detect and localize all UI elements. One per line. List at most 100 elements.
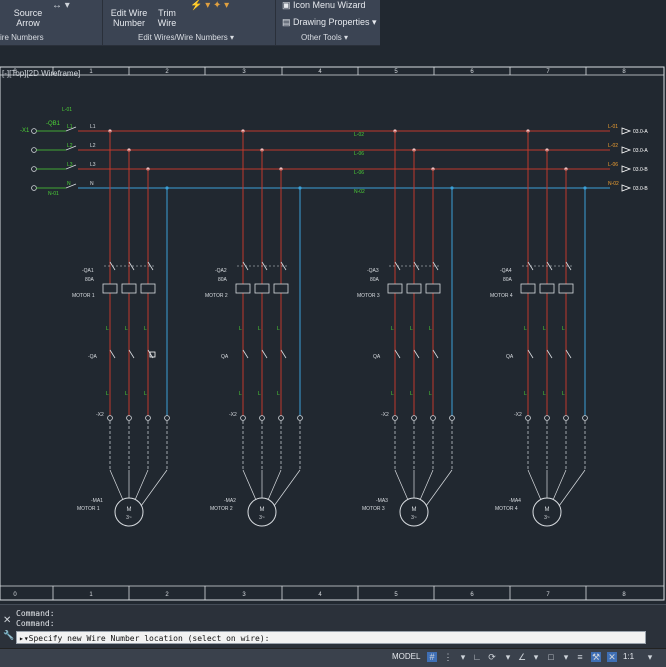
- motor-tag: -MA4: [509, 498, 521, 504]
- bus-out-label: 03.0-B: [633, 167, 648, 173]
- wire-number: L: [125, 391, 128, 397]
- contactor-rating: 80A: [503, 277, 513, 283]
- wire-number: L: [429, 391, 432, 397]
- model-button[interactable]: MODEL: [392, 652, 420, 661]
- qa-tag: QA: [221, 354, 229, 360]
- wire-number: L: [239, 391, 242, 397]
- motor-group: L L L L L L -QA3 80A MOTOR 3 QA -X2 M 3~ -MA3 MOTOR 3: [357, 129, 455, 527]
- motor-lead: [419, 469, 434, 501]
- motor-phase: 3~: [544, 515, 550, 521]
- grid-icon[interactable]: #: [427, 652, 437, 662]
- feed-terminal: [31, 166, 37, 172]
- ruler-label-top: 6: [470, 69, 474, 75]
- command-input[interactable]: ▸▾Specify new Wire Number location (sele…: [16, 631, 646, 644]
- motor-tag: -MA1: [91, 498, 103, 504]
- feed-phase-label: L3: [67, 162, 73, 168]
- motor-phase: 3~: [126, 515, 132, 521]
- ruler-label-top: 0: [13, 69, 17, 75]
- main-feed: -X1 -QB1 L-01: [20, 107, 72, 134]
- feed-phase-label-2: L1: [90, 124, 96, 130]
- qa-tag: -QA: [88, 354, 98, 360]
- qa-contact: [432, 349, 439, 359]
- annotation-scale[interactable]: 1:1: [623, 652, 634, 661]
- feed-phase-label: N: [67, 181, 71, 187]
- bus-out-code: L-01: [608, 124, 618, 130]
- feed-phase-label: L2: [67, 143, 73, 149]
- status-bar: MODEL # ⋮ ▾ ∟ ⟳ ▾ ∠ ▾ □ ▾ ≡ ⚒ ✕ 1:1 ▾: [0, 648, 666, 667]
- contactor-rating: 80A: [85, 277, 95, 283]
- contactor-tag: -QA2: [215, 268, 227, 274]
- terminal: [164, 415, 170, 421]
- feed-terminal: [31, 147, 37, 153]
- wrench-icon[interactable]: 🔧: [3, 630, 14, 641]
- command-prompt-text: Specify new Wire Number location (select…: [28, 634, 270, 643]
- qa-contact: [261, 349, 268, 359]
- motor-lead: [425, 469, 453, 507]
- overload-element: [387, 283, 403, 294]
- feed-phase-label: L1: [67, 124, 73, 130]
- motor-symbol: M: [260, 507, 265, 513]
- terminal: [297, 415, 303, 421]
- qa-contact: [394, 349, 401, 359]
- rulers: 0 0 1 1 2 2 3 3 4 4 5 5 6 6 7 7 8 8: [13, 67, 626, 600]
- bus-arrow-icon: [621, 165, 632, 173]
- ruler-label-bottom: 4: [318, 592, 322, 598]
- ortho-icon[interactable]: ∟: [472, 652, 482, 662]
- osnap-icon[interactable]: □: [546, 652, 556, 662]
- terminal: [107, 415, 113, 421]
- drawing-canvas[interactable]: 0 0 1 1 2 2 3 3 4 4 5 5 6 6 7 7 8 8 -X1 -QB1 L-01 L1 L1 L-0…: [0, 0, 666, 604]
- wire-number: L: [277, 326, 280, 332]
- motor-name: MOTOR 2: [210, 506, 233, 512]
- motor-lead: [527, 469, 542, 501]
- wire-number: L: [543, 326, 546, 332]
- prompt-chevron-icon: ▸▾: [19, 634, 29, 643]
- breaker-tag: -QB1: [46, 121, 61, 127]
- snap-dropdown-icon[interactable]: ▾: [458, 652, 468, 662]
- ruler-label-top: 1: [89, 69, 93, 75]
- close-icon[interactable]: ✕: [3, 615, 11, 626]
- overload-element: [406, 283, 422, 294]
- bus-arrow-icon: [621, 127, 632, 135]
- qa-contact: [242, 349, 249, 359]
- motor-name: MOTOR 1: [77, 506, 100, 512]
- overload-element: [520, 283, 536, 294]
- motor-lead: [558, 469, 586, 507]
- polar-icon[interactable]: ⟳: [487, 652, 497, 662]
- qa-contact: [565, 349, 572, 359]
- ruler-label-top: 3: [242, 69, 246, 75]
- isodraft-icon[interactable]: ▾: [503, 652, 513, 662]
- snap-icon[interactable]: ⋮: [443, 652, 453, 662]
- ruler-label-bottom: 7: [546, 592, 550, 598]
- overload-element: [558, 283, 574, 294]
- motor-name: MOTOR 3: [362, 506, 385, 512]
- motor-lead: [267, 469, 282, 501]
- scale-dropdown-icon[interactable]: ▾: [645, 652, 655, 662]
- osnap-dropdown-icon[interactable]: ▾: [531, 652, 541, 662]
- bus-code-mid: L-06: [354, 151, 364, 157]
- wire-number: L: [524, 326, 527, 332]
- motor-group-name: MOTOR 1: [72, 293, 95, 299]
- motor-group-name: MOTOR 4: [490, 293, 513, 299]
- ruler-label-top: 8: [622, 69, 626, 75]
- qa-contact: [109, 349, 116, 359]
- overload-element: [140, 283, 156, 294]
- terminal: [563, 415, 569, 421]
- contactor-rating: 80A: [370, 277, 380, 283]
- feed-phase-label-2: L2: [90, 143, 96, 149]
- auto-scale-icon[interactable]: ✕: [607, 652, 617, 662]
- lineweight-icon[interactable]: ▾: [561, 652, 571, 662]
- motor-symbol: M: [412, 507, 417, 513]
- motor-lead: [140, 469, 168, 507]
- wire-number: L: [429, 326, 432, 332]
- annotation-visibility-icon[interactable]: ⚒: [591, 652, 601, 662]
- motor-tag: -MA2: [224, 498, 236, 504]
- transparency-icon[interactable]: ≡: [575, 652, 585, 662]
- feed-rows: L1 L1 L-02 L-01 03.0-A L2 L2 L-06 L-02 03.0-A L3 L3…: [31, 124, 648, 197]
- bus-out-label: 03.0-B: [633, 186, 648, 192]
- command-history-2: Command:: [16, 619, 55, 628]
- object-snap-tracking-icon[interactable]: ∠: [517, 652, 527, 662]
- wire-number: L: [410, 391, 413, 397]
- contactor-rating: 80A: [218, 277, 228, 283]
- ruler-label-bottom: 1: [89, 592, 93, 598]
- ruler-label-bottom: 8: [622, 592, 626, 598]
